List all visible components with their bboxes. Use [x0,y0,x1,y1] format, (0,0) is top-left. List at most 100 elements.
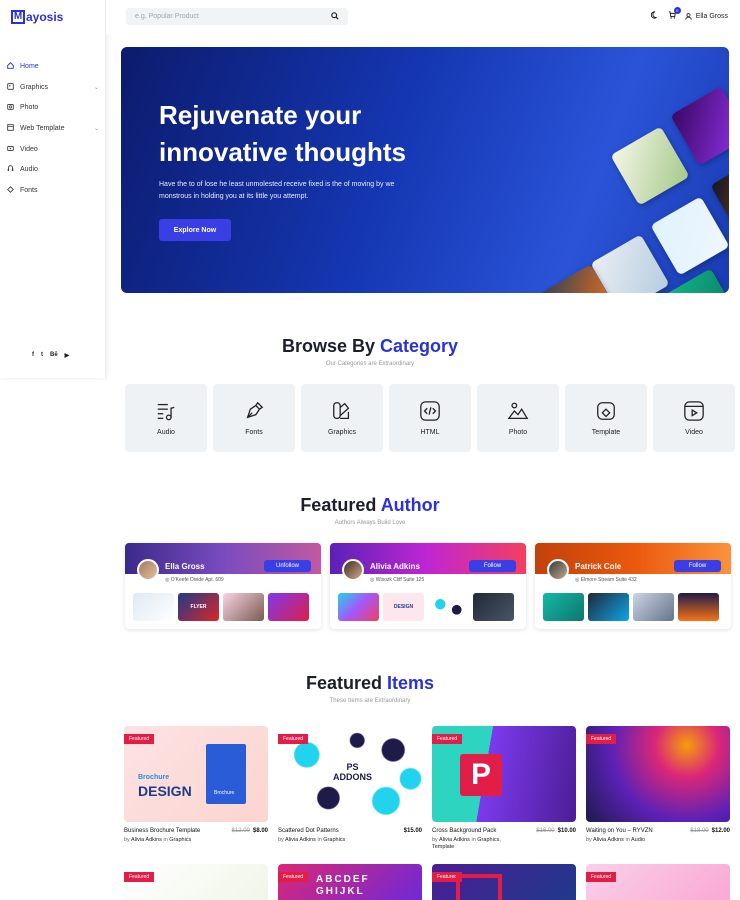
code-icon [420,401,440,421]
category-html[interactable]: HTML [389,384,471,452]
product-title[interactable]: Scattered Dot Patterns [278,828,339,834]
sidebar-item-home[interactable]: Home [7,56,102,77]
sidebar-item-label: Fonts [20,186,38,194]
landscape-icon [507,402,529,419]
category-section-title: Browse By Category [0,336,740,357]
chevron-down-icon[interactable]: ⌄ [94,84,99,91]
avatar[interactable] [342,559,364,581]
category-audio[interactable]: Audio [125,384,207,452]
author-name[interactable]: Ella Gross [165,562,205,571]
product-image[interactable]: Featured ABCDEF GHIJKL [278,864,422,900]
product-meta: Waiting on You – RYVZN $18.00 $12.00 [586,828,730,834]
author-card[interactable]: Alivia Adkins Follow ◎ Wisozk Cliff Suit… [330,543,526,629]
search-input[interactable]: e.g. Popular Product [135,13,331,20]
author-thumb[interactable] [133,593,174,621]
sidebar-item-web-template[interactable]: Web Template ⌄ [7,118,102,139]
product-title[interactable]: Business Brochure Template [124,828,200,834]
brochure-title: Brochure [138,774,170,781]
product-image[interactable]: Featured [124,864,268,900]
author-thumb[interactable] [633,593,674,621]
author-thumb[interactable]: DESIGN [383,593,424,621]
by-text: by [124,837,130,843]
featured-badge: Featured [278,872,309,882]
logo[interactable]: M ayosis [11,10,63,24]
section-title-accent: Items [387,673,435,693]
sidebar-item-video[interactable]: Video [7,139,102,160]
author-thumb[interactable] [678,593,719,621]
chevron-down-icon[interactable]: ⌄ [94,125,99,132]
author-address: ◎ Elmore Stream Suite 432 [575,577,637,583]
product-title[interactable]: Cross Background Pack [432,828,496,834]
sidebar-item-graphics[interactable]: Graphics ⌄ [7,77,102,98]
author-thumb[interactable] [338,593,379,621]
author-thumb[interactable] [268,593,309,621]
product-author-line: by Alivia Adkins in Graphics [278,837,368,844]
p-logo-icon: P [460,754,502,796]
product-card[interactable]: PS ADDONS Featured Scattered Dot Patterns… [278,726,422,851]
sidebar-item-audio[interactable]: Audio [7,159,102,180]
author-thumb[interactable] [543,593,584,621]
author-thumb[interactable] [223,593,264,621]
product-title[interactable]: Waiting on You – RYVZN [586,828,653,834]
in-text: in [625,837,630,843]
product-card[interactable]: Featured Waiting on You – RYVZN $18.00 $1… [586,726,730,851]
product-author-line: by Alivia Adkins in Graphics [124,837,214,844]
follow-button[interactable]: Follow [469,560,516,572]
product-image[interactable]: PS ADDONS Featured [278,726,422,822]
category-graphics[interactable]: Graphics [301,384,383,452]
user-menu[interactable]: Ella Gross [684,13,728,20]
author-thumb[interactable] [473,593,514,621]
product-image[interactable]: Brochure DESIGN Brochure Featured [124,726,268,822]
hero-title: Rejuvenate your innovative thoughts [159,100,406,167]
follow-button[interactable]: Follow [674,560,721,572]
category-label: HTML [420,429,440,436]
avatar[interactable] [547,559,569,581]
category-video[interactable]: Video [653,384,735,452]
author-card[interactable]: Ella Gross Unfollow ◎ O'Keefe Divide Apt… [125,543,321,629]
category-fonts[interactable]: Fonts [213,384,295,452]
author-thumb[interactable]: FLYER [178,593,219,621]
author-link[interactable]: Alivia Adkins [131,837,162,843]
search-icon[interactable] [331,11,339,22]
topbar: e.g. Popular Product 0 Ella Gross [106,0,740,34]
author-link[interactable]: Alivia Adkins [285,837,316,843]
moon-icon[interactable] [650,11,659,21]
video-icon [7,145,18,154]
brochure-design-text: DESIGN [138,783,192,799]
product-image[interactable]: Featured [586,726,730,822]
explore-now-button[interactable]: Explore Now [159,219,231,241]
category-photo[interactable]: Photo [477,384,559,452]
section-title-accent: Category [380,336,459,356]
category-link[interactable]: Graphics [323,837,345,843]
category-label: Template [591,429,621,436]
search-bar[interactable]: e.g. Popular Product [126,8,348,25]
author-thumbnails: DESIGN [338,593,514,621]
author-link[interactable]: Alivia Adkins [593,837,624,843]
product-card[interactable]: Brochure DESIGN Brochure Featured Busine… [124,726,268,851]
sidebar-nav: Home Graphics ⌄ Photo Web Template ⌄ Vid… [7,56,102,201]
price: $10.00 [557,828,576,834]
author-name[interactable]: Alivia Adkins [370,562,420,571]
brush-palette-icon [333,402,350,419]
author-section-title: Featured Author [0,495,740,516]
by-text: by [586,837,592,843]
sidebar-item-photo[interactable]: Photo [7,97,102,118]
author-thumb[interactable] [588,593,629,621]
category-template[interactable]: Template [565,384,647,452]
author-name[interactable]: Patrick Cole [575,562,621,571]
author-address-text: Elmore Stream Suite 432 [580,577,637,583]
avatar[interactable] [137,559,159,581]
category-link[interactable]: Graphics [169,837,191,843]
product-card[interactable]: P Featured Cross Background Pack $16.00 $… [432,726,576,851]
product-image[interactable]: Featured [432,864,576,900]
author-thumb[interactable] [428,593,469,621]
unfollow-button[interactable]: Unfollow [264,560,311,572]
category-label: Fonts [245,429,263,436]
cart-icon[interactable]: 0 [668,7,681,21]
category-link[interactable]: Audio [631,837,645,843]
author-link[interactable]: Alivia Adkins [439,837,470,843]
product-image[interactable]: Featured [586,864,730,900]
author-card[interactable]: Patrick Cole Follow ◎ Elmore Stream Suit… [535,543,731,629]
sidebar-item-fonts[interactable]: Fonts [7,180,102,201]
product-image[interactable]: P Featured [432,726,576,822]
